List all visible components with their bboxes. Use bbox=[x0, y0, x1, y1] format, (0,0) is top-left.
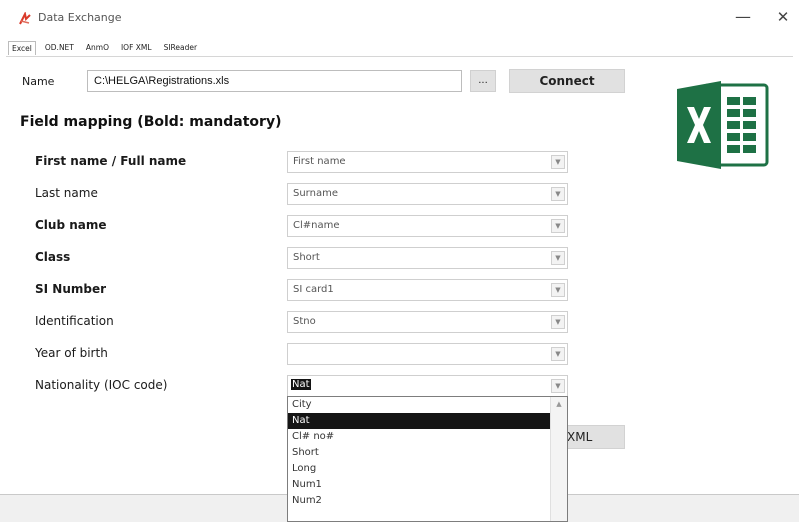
dropdown-option[interactable]: City bbox=[288, 397, 550, 413]
class-combo[interactable]: Short ▼ bbox=[287, 247, 568, 269]
si-number-label: SI Number bbox=[35, 282, 107, 296]
tab-excel[interactable]: Excel bbox=[8, 41, 36, 55]
nationality-label: Nationality (IOC code) bbox=[35, 378, 168, 392]
dropdown-option[interactable]: Num1 bbox=[288, 477, 550, 493]
year-of-birth-combo[interactable]: ▼ bbox=[287, 343, 568, 365]
connect-button[interactable]: Connect bbox=[509, 69, 625, 93]
minimize-button[interactable]: — bbox=[733, 6, 753, 28]
first-name-label: First name / Full name bbox=[35, 154, 187, 168]
chevron-down-icon[interactable]: ▼ bbox=[551, 347, 565, 361]
tab-odnet[interactable]: OD.NET bbox=[42, 41, 77, 55]
title-bar: Data Exchange — ✕ bbox=[0, 0, 799, 36]
file-name-input[interactable]: C:\HELGA\Registrations.xls bbox=[87, 70, 462, 92]
year-of-birth-label: Year of birth bbox=[35, 346, 108, 360]
chevron-down-icon[interactable]: ▼ bbox=[551, 251, 565, 265]
file-name-label: Name bbox=[22, 75, 55, 88]
close-button[interactable]: ✕ bbox=[773, 6, 793, 28]
chevron-down-icon[interactable]: ▼ bbox=[551, 155, 565, 169]
last-name-label: Last name bbox=[35, 186, 98, 200]
club-name-label: Club name bbox=[35, 218, 107, 232]
tab-sireader[interactable]: SIReader bbox=[161, 41, 201, 55]
chevron-down-icon[interactable]: ▼ bbox=[551, 219, 565, 233]
data-exchange-icon bbox=[19, 12, 31, 25]
si-number-combo[interactable]: SI card1 ▼ bbox=[287, 279, 568, 301]
last-name-value: Surname bbox=[293, 188, 338, 199]
identification-value: Stno bbox=[293, 316, 316, 327]
tab-iof-xml[interactable]: IOF XML bbox=[118, 41, 155, 55]
dropdown-option[interactable]: Long bbox=[288, 461, 550, 477]
first-name-combo[interactable]: First name ▼ bbox=[287, 151, 568, 173]
scroll-up-icon[interactable]: ▲ bbox=[554, 399, 564, 409]
si-number-value: SI card1 bbox=[293, 284, 334, 295]
dropdown-option-highlighted[interactable]: Nat bbox=[288, 413, 550, 429]
field-mapping-title: Field mapping (Bold: mandatory) bbox=[20, 114, 282, 130]
tab-strip: Excel OD.NET AnmO IOF XML SIReader bbox=[8, 41, 200, 56]
chevron-down-icon[interactable]: ▼ bbox=[551, 315, 565, 329]
dropdown-option[interactable]: Short bbox=[288, 445, 550, 461]
identification-combo[interactable]: Stno ▼ bbox=[287, 311, 568, 333]
club-name-combo[interactable]: Cl#name ▼ bbox=[287, 215, 568, 237]
window-title: Data Exchange bbox=[38, 11, 122, 24]
class-label: Class bbox=[35, 250, 71, 264]
excel-logo-icon bbox=[677, 81, 769, 169]
dropdown-option[interactable]: Num2 bbox=[288, 493, 550, 509]
chevron-down-icon[interactable]: ▼ bbox=[551, 379, 565, 393]
chevron-down-icon[interactable]: ▼ bbox=[551, 187, 565, 201]
chevron-down-icon[interactable]: ▼ bbox=[551, 283, 565, 297]
dropdown-option[interactable]: Cl# no# bbox=[288, 429, 550, 445]
nationality-dropdown-list[interactable]: City Nat Cl# no# Short Long Num1 Num2 ▲ bbox=[287, 396, 568, 522]
last-name-combo[interactable]: Surname ▼ bbox=[287, 183, 568, 205]
tab-anmo[interactable]: AnmO bbox=[83, 41, 112, 55]
tab-divider bbox=[6, 56, 793, 57]
nationality-value: Nat bbox=[291, 379, 311, 390]
dropdown-scrollbar[interactable]: ▲ bbox=[550, 397, 567, 521]
club-name-value: Cl#name bbox=[293, 220, 340, 231]
identification-label: Identification bbox=[35, 314, 114, 328]
xml-button-label: XML bbox=[567, 430, 593, 444]
browse-button[interactable]: ... bbox=[470, 70, 496, 92]
nationality-combo[interactable]: Nat ▼ bbox=[287, 375, 568, 397]
first-name-value: First name bbox=[293, 156, 346, 167]
class-value: Short bbox=[293, 252, 320, 263]
